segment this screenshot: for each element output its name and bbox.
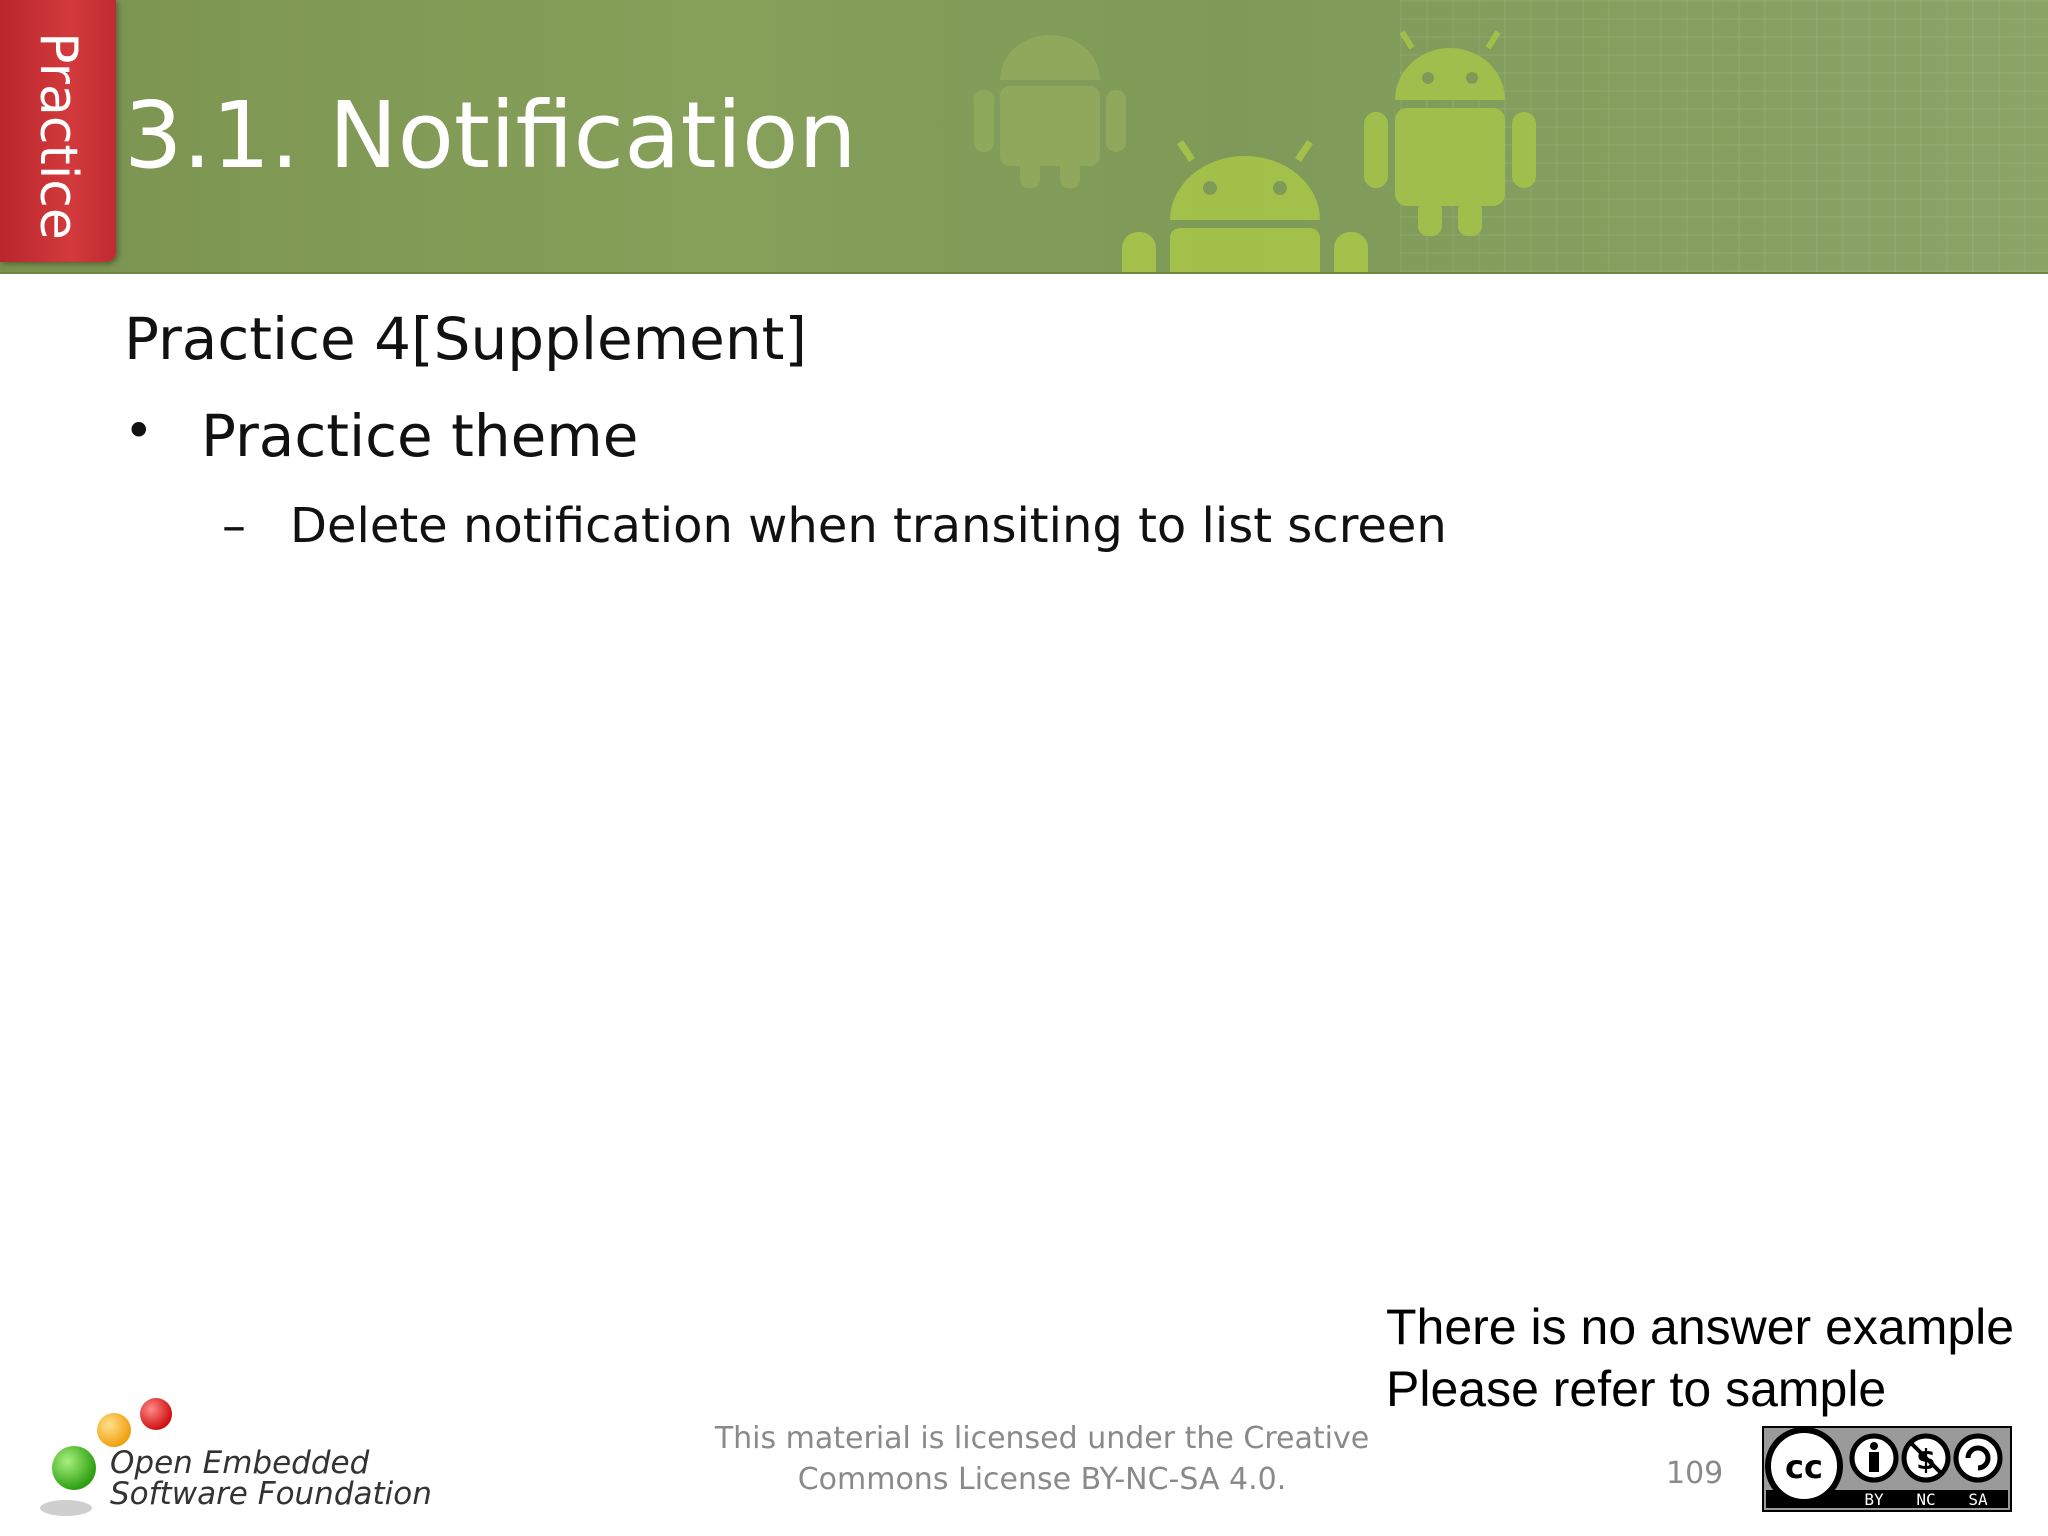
- bullet-marker: •: [124, 402, 154, 460]
- android-icon: [1122, 140, 1368, 272]
- page-number: 109: [1666, 1456, 1724, 1491]
- cc-label-by: BY: [1864, 1490, 1884, 1509]
- sub-bullet-text: Delete notification when transiting to l…: [290, 498, 1447, 554]
- license-line-1: This material is licensed under the Crea…: [714, 1421, 1370, 1456]
- license-line-2: Commons License BY-NC-SA 4.0.: [797, 1462, 1287, 1497]
- cc-label-nc: NC: [1916, 1490, 1935, 1509]
- foundation-logo-text: Open Embedded Software Foundation: [110, 1448, 432, 1510]
- android-icon: [1364, 30, 1536, 236]
- note-line-2: Please refer to sample: [1386, 1361, 1887, 1417]
- cc-license-badge: cc $ BY NC SA: [1762, 1426, 2012, 1512]
- svg-text:cc: cc: [1785, 1448, 1823, 1486]
- practice-heading: Practice 4[Supplement]: [124, 305, 807, 373]
- logo-line-1: Open Embedded: [110, 1445, 370, 1481]
- slide-title: 3.1. Notification: [124, 82, 857, 189]
- slide-header: Practice 3.1. Notification: [0, 0, 2048, 274]
- note-line-1: There is no answer example: [1386, 1299, 2015, 1355]
- section-tab-label: Practice: [28, 32, 88, 240]
- dash-marker: –: [222, 498, 246, 554]
- practice-section-tab: Practice: [0, 0, 116, 262]
- license-text: This material is licensed under the Crea…: [700, 1418, 1384, 1500]
- cc-label-sa: SA: [1968, 1490, 1988, 1509]
- bullet-text: Practice theme: [201, 402, 639, 470]
- answer-note: There is no answer example Please refer …: [1386, 1296, 2014, 1420]
- logo-line-2: Software Foundation: [110, 1476, 432, 1512]
- android-icon: [974, 35, 1126, 188]
